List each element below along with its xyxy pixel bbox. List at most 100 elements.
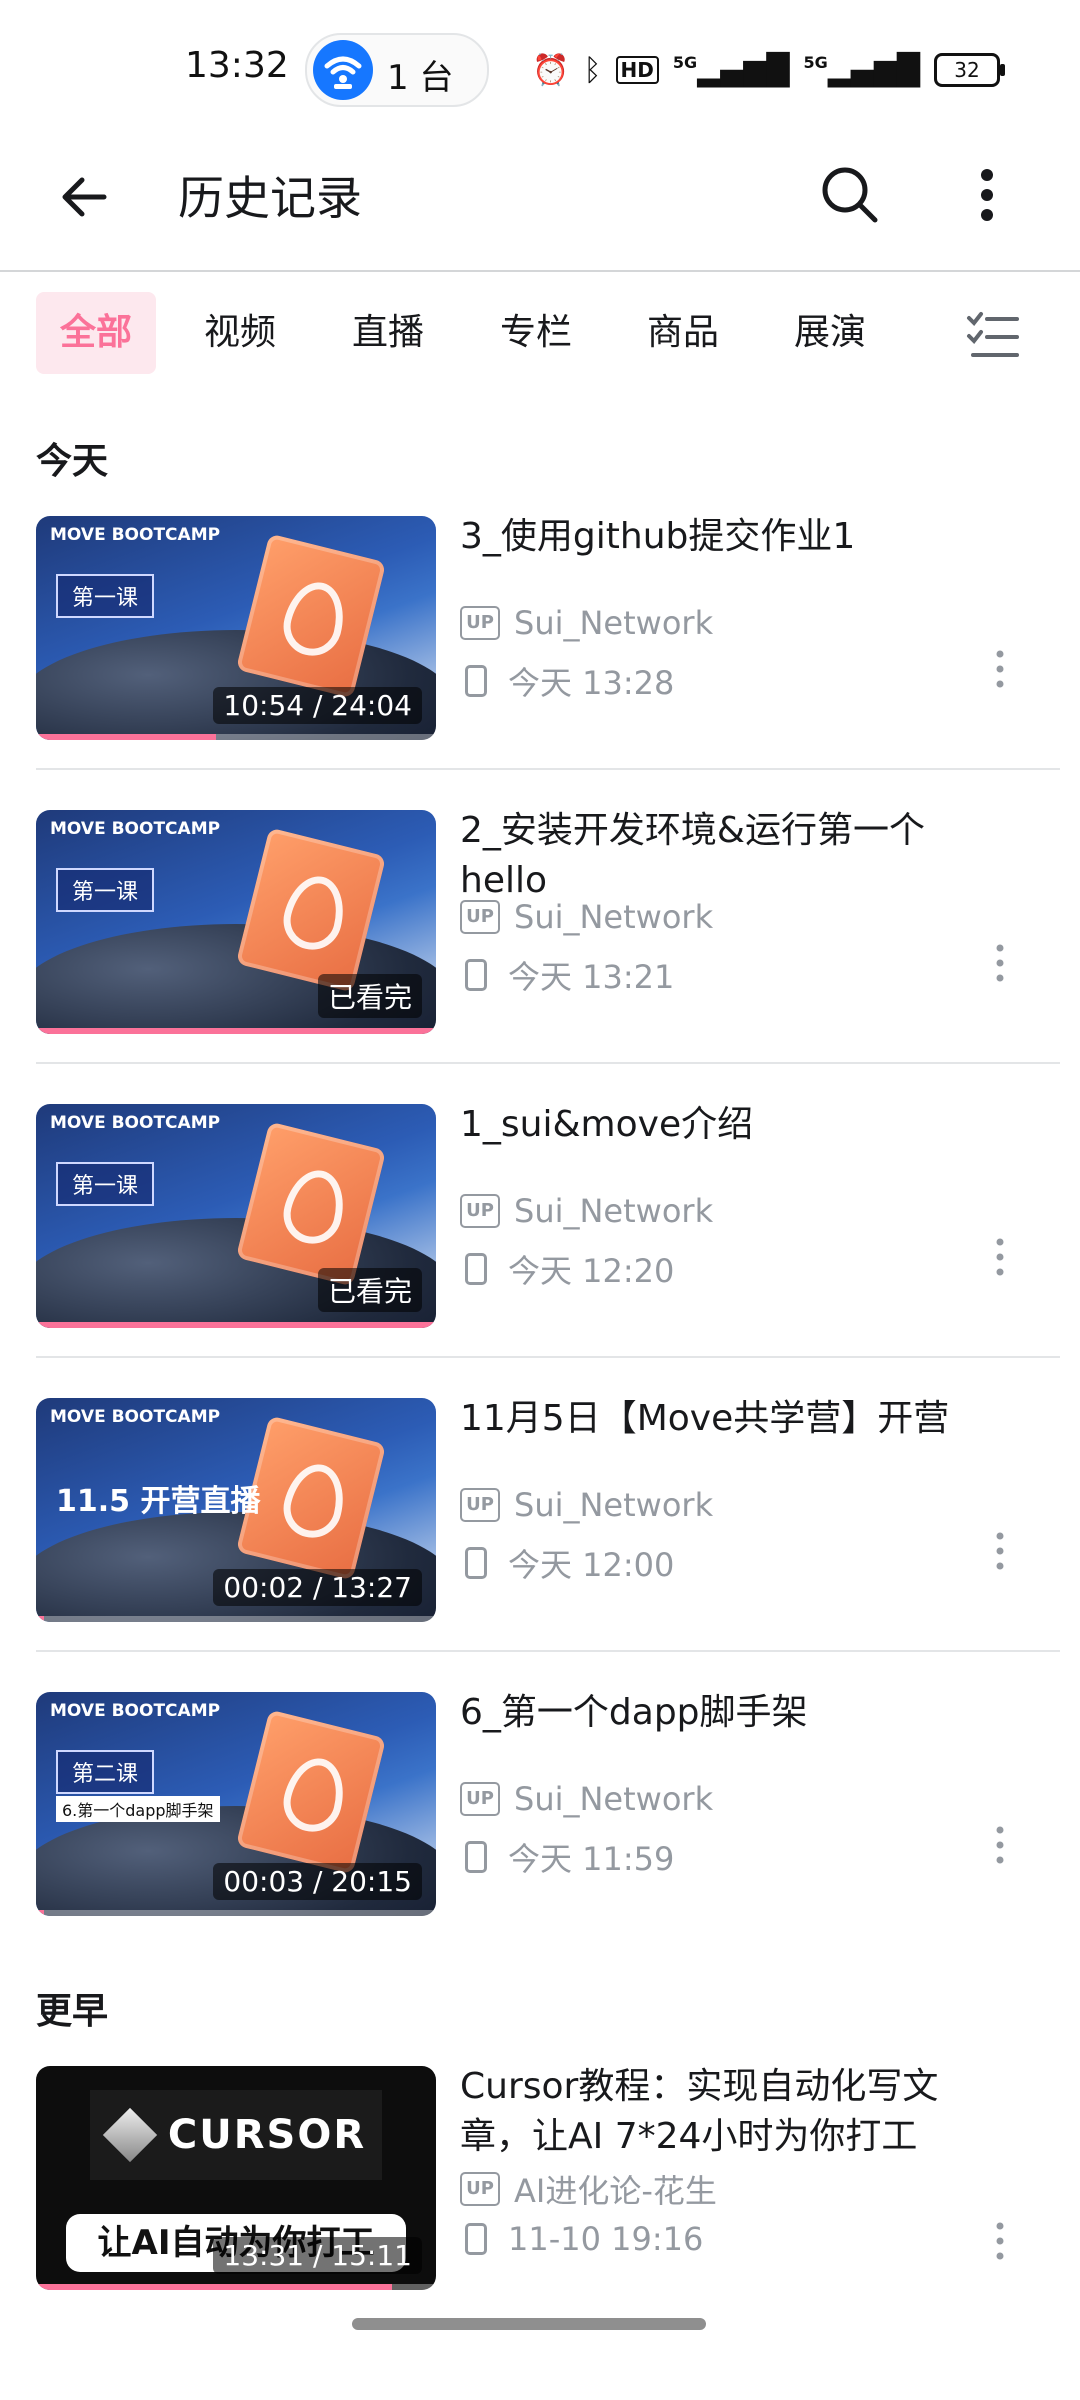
item-more-button[interactable] [990, 644, 1010, 694]
watched-time: 今天 12:00 [508, 1546, 675, 1584]
watched-row: 今天 13:28 [460, 658, 674, 704]
item-more-button[interactable] [990, 1232, 1010, 1282]
history-item[interactable]: MOVE BOOTCAMP 第一课 10:54 / 24:04 3_使用gith… [0, 476, 1080, 770]
phone-icon [465, 959, 487, 991]
duration-overlay: 10:54 / 24:04 [213, 687, 422, 724]
cube-icon [102, 2107, 158, 2163]
uploader-row: UP Sui_Network [460, 1192, 713, 1230]
bluetooth-icon: ᛒ [583, 52, 602, 88]
header-divider [0, 270, 1080, 272]
watch-progress-bar [36, 1910, 44, 1916]
up-badge-icon: UP [460, 606, 500, 640]
history-item[interactable]: MOVE BOOTCAMP 第一课 已看完 1_sui&move介绍 UP Su… [0, 1064, 1080, 1358]
signal-icon: 5G▂▄▆█ [672, 52, 790, 88]
up-badge-icon: UP [460, 1488, 500, 1522]
phone-icon [465, 1253, 487, 1285]
thumbnail-headline: 11.5 开营直播 [56, 1484, 261, 1519]
back-button[interactable] [52, 162, 122, 232]
status-time: 13:32 [185, 45, 289, 86]
more-vertical-icon [996, 650, 1004, 688]
history-item[interactable]: CURSOR 让AI自动为你打工 13:31 / 15:11 Cursor教程：… [0, 2030, 1080, 2324]
video-thumbnail: MOVE BOOTCAMP 第一课 已看完 [36, 810, 436, 1034]
uploader-name: Sui_Network [514, 898, 714, 936]
watch-progress-bar [36, 1028, 436, 1034]
search-button[interactable] [815, 160, 885, 230]
filter-tabs: 全部 视频 直播 专栏 商品 展演 [0, 292, 1080, 388]
video-title: Cursor教程：实现自动化写文章，让AI 7*24小时为你打工 [460, 2066, 939, 2157]
tab-goods[interactable]: 商品 [623, 292, 743, 374]
uploader-name: Sui_Network [514, 1192, 714, 1230]
history-item[interactable]: MOVE BOOTCAMP 11.5 开营直播 00:02 / 13:27 11… [0, 1358, 1080, 1652]
watched-time: 今天 11:59 [508, 1840, 675, 1878]
uploader-row: UP Sui_Network [460, 1780, 713, 1818]
more-vertical-icon [996, 2222, 1004, 2260]
history-item[interactable]: MOVE BOOTCAMP 第二课 6.第一个dapp脚手架 00:03 / 2… [0, 1652, 1080, 1946]
watched-time: 11-10 19:16 [508, 2220, 704, 2258]
video-thumbnail: CURSOR 让AI自动为你打工 13:31 / 15:11 [36, 2066, 436, 2290]
item-more-button[interactable] [990, 1526, 1010, 1576]
watched-row: 今天 12:00 [460, 1540, 674, 1586]
cursor-logo: CURSOR [90, 2090, 382, 2180]
uploader-name: AI进化论-花生 [514, 2172, 717, 2210]
duration-overlay: 00:02 / 13:27 [213, 1569, 422, 1606]
thumbnail-lesson: 第一课 [56, 574, 155, 618]
thumbnail-subtitle: 6.第一个dapp脚手架 [56, 1796, 220, 1822]
item-more-button[interactable] [990, 1820, 1010, 1870]
watch-progress-bar [36, 734, 216, 740]
watch-progress-bar [36, 1322, 436, 1328]
signal-icon-2: 5G▂▄▆█ [803, 52, 920, 88]
more-vertical-icon [981, 169, 993, 221]
more-vertical-icon [996, 1826, 1004, 1864]
phone-icon [465, 1841, 487, 1873]
watched-overlay: 已看完 [317, 1268, 422, 1312]
up-badge-icon: UP [460, 1194, 500, 1228]
home-indicator[interactable] [352, 2318, 706, 2330]
watch-progress-bar [36, 1616, 44, 1622]
status-bar: 13:32 1 台 ⏰ ᛒ HD 5G▂▄▆█ 5G▂▄▆█ 32 [0, 0, 1080, 130]
app-header: 历史记录 [0, 130, 1080, 270]
video-thumbnail: MOVE BOOTCAMP 第二课 6.第一个dapp脚手架 00:03 / 2… [36, 1692, 436, 1916]
video-thumbnail: MOVE BOOTCAMP 第一课 10:54 / 24:04 [36, 516, 436, 740]
more-menu-button[interactable] [965, 160, 1010, 230]
history-item[interactable]: MOVE BOOTCAMP 第一课 已看完 2_安装开发环境&运行第一个hell… [0, 770, 1080, 1064]
tab-live[interactable]: 直播 [328, 292, 448, 374]
hotspot-indicator[interactable]: 1 台 [305, 33, 489, 107]
thumbnail-brand: MOVE BOOTCAMP [50, 525, 221, 545]
thumbnail-lesson: 第一课 [56, 1162, 155, 1206]
watched-time: 今天 12:20 [508, 1252, 675, 1290]
duration-overlay: 13:31 / 15:11 [213, 2237, 422, 2274]
watch-progress-bar [36, 2284, 392, 2290]
item-more-button[interactable] [990, 2216, 1010, 2266]
thumbnail-lesson: 第一课 [56, 868, 155, 912]
tab-all[interactable]: 全部 [36, 292, 157, 374]
thumbnail-lesson: 第二课 [56, 1750, 155, 1794]
section-earlier: 更早 [36, 1991, 109, 2032]
more-vertical-icon [996, 944, 1004, 982]
uploader-row: UP Sui_Network [460, 1486, 713, 1524]
tab-show[interactable]: 展演 [770, 292, 890, 374]
system-icons: ⏰ ᛒ HD 5G▂▄▆█ 5G▂▄▆█ 32 [532, 48, 1005, 92]
phone-icon [465, 1547, 487, 1579]
thumbnail-brand: MOVE BOOTCAMP [50, 1113, 221, 1133]
thumbnail-logo-text: CURSOR [167, 2112, 367, 2158]
watched-time: 今天 13:28 [508, 664, 675, 702]
tab-video[interactable]: 视频 [180, 292, 300, 374]
uploader-name: Sui_Network [514, 604, 714, 642]
phone-icon [465, 665, 487, 697]
up-badge-icon: UP [460, 900, 500, 934]
uploader-name: Sui_Network [514, 1486, 714, 1524]
up-badge-icon: UP [460, 2172, 500, 2206]
video-thumbnail: MOVE BOOTCAMP 11.5 开营直播 00:02 / 13:27 [36, 1398, 436, 1622]
watched-row: 今天 12:20 [460, 1246, 674, 1292]
more-vertical-icon [996, 1238, 1004, 1276]
watched-row: 今天 11:59 [460, 1834, 674, 1880]
checklist-icon [967, 312, 1019, 357]
video-title: 11月5日【Move共学营】开营 [460, 1398, 950, 1439]
watched-row: 11-10 19:16 [460, 2220, 703, 2258]
thumbnail-brand: MOVE BOOTCAMP [50, 819, 221, 839]
item-more-button[interactable] [990, 938, 1010, 988]
video-title: 6_第一个dapp脚手架 [460, 1692, 808, 1733]
battery-icon: 32 [934, 53, 1005, 87]
manage-list-button[interactable] [965, 310, 1021, 360]
tab-article[interactable]: 专栏 [476, 292, 596, 374]
